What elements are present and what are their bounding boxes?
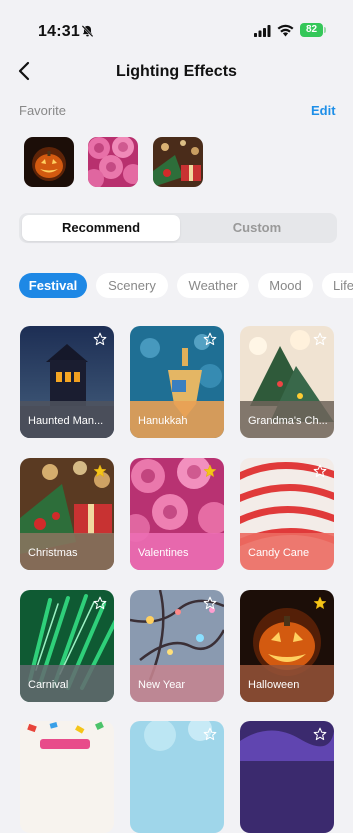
favorite-star-outline-icon[interactable] bbox=[93, 332, 107, 346]
effect-card-ice[interactable] bbox=[130, 721, 224, 833]
category-chip-festival[interactable]: Festival bbox=[19, 273, 87, 298]
category-chip-scenery[interactable]: Scenery bbox=[96, 273, 168, 298]
category-chip-row: Festival Scenery Weather Mood Life bbox=[0, 273, 353, 299]
bell-muted-icon bbox=[81, 25, 94, 38]
favorite-star-outline-icon[interactable] bbox=[203, 727, 217, 741]
effect-card-halloween[interactable]: Halloween bbox=[240, 590, 334, 702]
navigation-bar: Lighting Effects bbox=[0, 52, 353, 92]
favorite-thumbnail-christmas[interactable] bbox=[153, 137, 203, 187]
category-chip-mood[interactable]: Mood bbox=[258, 273, 313, 298]
status-time: 14:31 bbox=[38, 23, 80, 40]
effect-card-christmas[interactable]: Christmas bbox=[20, 458, 114, 570]
battery-indicator: 82 bbox=[300, 23, 326, 37]
effect-card-label: Christmas bbox=[28, 547, 78, 559]
status-bar: 14:31 82 bbox=[0, 0, 353, 50]
favorite-star-filled-icon[interactable] bbox=[203, 464, 217, 478]
wifi-icon bbox=[277, 24, 294, 37]
favorite-section-label: Favorite bbox=[19, 103, 66, 118]
favorite-thumbnail-halloween[interactable] bbox=[24, 137, 74, 187]
favorite-thumbnail-roses[interactable] bbox=[88, 137, 138, 187]
effect-card-label: Grandma's Ch... bbox=[248, 415, 328, 427]
favorite-star-outline-icon[interactable] bbox=[93, 596, 107, 610]
effect-card-label: New Year bbox=[138, 679, 186, 691]
effect-card-label: Carnival bbox=[28, 679, 69, 691]
favorite-star-outline-icon[interactable] bbox=[313, 332, 327, 346]
page-title: Lighting Effects bbox=[116, 63, 237, 80]
category-chip-weather[interactable]: Weather bbox=[177, 273, 249, 298]
effect-card-new-year[interactable]: New Year bbox=[130, 590, 224, 702]
tab-recommend[interactable]: Recommend bbox=[22, 215, 180, 241]
edit-favorites-button[interactable]: Edit bbox=[311, 103, 336, 118]
favorite-star-outline-icon[interactable] bbox=[313, 727, 327, 741]
birthday-artwork bbox=[20, 721, 114, 833]
favorite-star-outline-icon[interactable] bbox=[203, 596, 217, 610]
effect-card-valentines[interactable]: Valentines bbox=[130, 458, 224, 570]
favorite-star-filled-icon[interactable] bbox=[313, 596, 327, 610]
cellular-signal-icon bbox=[254, 25, 271, 37]
favorite-star-outline-icon[interactable] bbox=[313, 464, 327, 478]
effect-card-haunted-mansion[interactable]: Haunted Man... bbox=[20, 326, 114, 438]
effect-card-label: Valentines bbox=[138, 547, 189, 559]
category-chip-life[interactable]: Life bbox=[322, 273, 353, 298]
effect-card-label: Haunted Man... bbox=[28, 415, 104, 427]
effect-card-hanukkah[interactable]: Hanukkah bbox=[130, 326, 224, 438]
favorite-star-outline-icon[interactable] bbox=[203, 332, 217, 346]
effect-card-grandmas-christmas[interactable]: Grandma's Ch... bbox=[240, 326, 334, 438]
effect-card-birthday[interactable] bbox=[20, 721, 114, 833]
effect-card-label: Hanukkah bbox=[138, 415, 188, 427]
tab-custom[interactable]: Custom bbox=[178, 215, 336, 241]
effect-card-candy-cane[interactable]: Candy Cane bbox=[240, 458, 334, 570]
tab-segment-control: Recommend Custom bbox=[19, 213, 337, 243]
effect-card-label: Halloween bbox=[248, 679, 300, 691]
effect-card-carnival[interactable]: Carnival bbox=[20, 590, 114, 702]
favorite-star-filled-icon[interactable] bbox=[93, 464, 107, 478]
effect-card-label: Candy Cane bbox=[248, 547, 310, 559]
effect-card-aurora[interactable] bbox=[240, 721, 334, 833]
